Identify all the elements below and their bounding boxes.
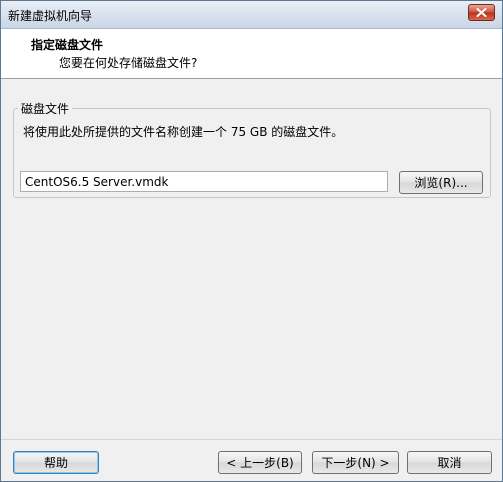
window-title: 新建虚拟机向导 (8, 9, 93, 23)
wizard-header: 指定磁盘文件 您要在何处存储磁盘文件? (1, 29, 502, 79)
wizard-window: 新建虚拟机向导 指定磁盘文件 您要在何处存储磁盘文件? 磁盘文件 将使用此处所提… (0, 0, 503, 482)
disk-file-name-input[interactable] (20, 171, 388, 192)
cancel-button[interactable]: 取消 (407, 451, 492, 474)
page-subtitle: 您要在何处存储磁盘文件? (59, 56, 198, 70)
page-title: 指定磁盘文件 (31, 38, 104, 52)
disk-file-group-label: 磁盘文件 (18, 100, 73, 117)
browse-button[interactable]: 浏览(R)... (399, 171, 483, 194)
close-icon (476, 8, 487, 17)
footer-divider (1, 439, 502, 440)
help-button[interactable]: 帮助 (13, 451, 99, 474)
back-button[interactable]: < 上一步(B) (218, 451, 302, 474)
disk-file-description: 将使用此处所提供的文件名称创建一个 75 GB 的磁盘文件。 (23, 125, 344, 139)
close-button[interactable] (468, 4, 495, 21)
title-bar[interactable]: 新建虚拟机向导 (1, 1, 502, 29)
next-button[interactable]: 下一步(N) > (312, 451, 399, 474)
